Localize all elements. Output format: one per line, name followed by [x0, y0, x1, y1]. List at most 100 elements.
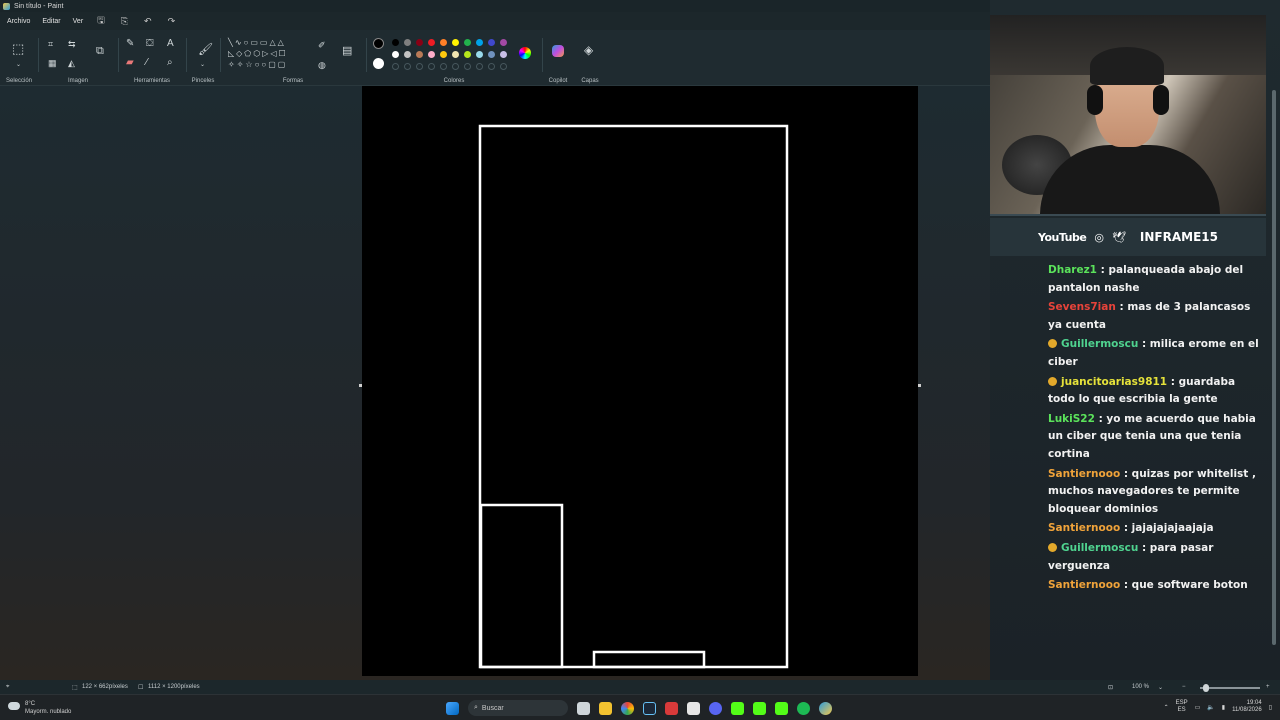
chevron-down-icon[interactable]: ⌄ [1158, 684, 1163, 691]
group-colores: Colores [368, 34, 540, 84]
taskbar-search[interactable]: ⌕ Buscar [468, 700, 568, 716]
color-swatch[interactable] [464, 39, 471, 46]
custom-color-slot[interactable] [464, 63, 471, 70]
save-icon[interactable]: 🖫 [91, 13, 111, 29]
battery-icon[interactable]: ▮ [1222, 704, 1225, 711]
custom-color-slot[interactable] [428, 63, 435, 70]
zoom-level[interactable]: 100 % [1132, 684, 1149, 690]
custom-color-slot[interactable] [392, 63, 399, 70]
color-swatch[interactable] [452, 39, 459, 46]
shapes-gallery[interactable]: ╲∿○▭▭△△ ◺◇⬠⬡▷◁☐ ✧✧☆○○▢▢ [228, 37, 306, 73]
windows-start-icon[interactable] [446, 701, 459, 715]
app-red-icon[interactable] [665, 701, 678, 715]
undo-icon[interactable]: ↶ [138, 16, 158, 27]
custom-color-slot[interactable] [476, 63, 483, 70]
zoom-out-icon[interactable]: − [1182, 684, 1186, 690]
custom-color-slot[interactable] [488, 63, 495, 70]
remove-background-icon[interactable]: ▦ [48, 58, 57, 68]
ribbon-divider [38, 38, 39, 72]
color-swatch[interactable] [488, 51, 495, 58]
shape-size-icon[interactable]: ▤ [342, 46, 352, 57]
fit-to-window-icon[interactable]: ⊡ [1108, 684, 1113, 691]
spotify-icon[interactable] [797, 701, 810, 715]
color-picker-icon[interactable]: ⁄ [146, 58, 148, 68]
custom-color-slot[interactable] [452, 63, 459, 70]
webcam-feed [990, 15, 1266, 216]
copilot-icon[interactable] [552, 45, 564, 57]
paint-taskbar-icon[interactable] [819, 701, 832, 715]
resize-icon[interactable]: ⇆ [68, 39, 76, 49]
snipping-tool-icon[interactable] [687, 701, 700, 715]
chevron-up-icon[interactable]: ⌃ [1164, 704, 1169, 711]
color-swatch[interactable] [392, 39, 399, 46]
network-icon[interactable]: ▭ [1195, 704, 1201, 711]
color-swatch[interactable] [488, 39, 495, 46]
chat-username: Santiernooo [1048, 467, 1121, 480]
custom-color-slot[interactable] [404, 63, 411, 70]
crop-icon[interactable]: ⌗ [48, 39, 53, 49]
badge-icon [1048, 542, 1057, 552]
color-swatch[interactable] [404, 39, 411, 46]
menu-archivo[interactable]: Archivo [3, 16, 34, 27]
chevron-down-icon[interactable]: ⌄ [16, 60, 21, 70]
rotate-icon[interactable]: ◭ [68, 58, 75, 68]
color-swatch[interactable] [476, 51, 483, 58]
fill-icon[interactable]: ◍ [318, 60, 326, 70]
scrollbar[interactable] [1272, 90, 1276, 645]
custom-color-slot[interactable] [440, 63, 447, 70]
brush-icon[interactable]: 🖌 [198, 43, 213, 55]
eraser-icon[interactable]: ▰ [126, 58, 134, 68]
text-icon[interactable]: A [167, 39, 174, 49]
kick-icon[interactable] [775, 701, 788, 715]
notifications-icon[interactable]: ▯ [1269, 704, 1272, 711]
color-swatch[interactable] [500, 51, 507, 58]
task-view-icon[interactable] [577, 701, 590, 715]
discord-icon[interactable] [709, 701, 722, 715]
ribbon: ⬚ ⌄ Selección ⌗ ⇆ ⧉ ▦ ◭ Imagen ✎ ⛋ A ▰ ⁄… [0, 30, 990, 86]
zoom-in-icon[interactable]: + [1266, 684, 1270, 690]
color-swatch[interactable] [464, 51, 471, 58]
layers-icon[interactable]: ◈ [584, 44, 593, 56]
edit-colors-icon[interactable] [519, 47, 531, 59]
drawing-canvas[interactable] [362, 86, 918, 676]
select-rectangle-icon[interactable]: ⬚ [12, 42, 24, 55]
menu-ver[interactable]: Ver [69, 16, 88, 27]
share-icon[interactable]: ⎘ [115, 16, 134, 27]
fill-bucket-icon[interactable]: ⛋ [146, 39, 154, 49]
outline-icon[interactable]: ✐ [318, 40, 326, 50]
color-swatch[interactable] [440, 39, 447, 46]
color-swatch[interactable] [452, 51, 459, 58]
redo-icon[interactable]: ↷ [162, 16, 182, 27]
color-swatch[interactable] [476, 39, 483, 46]
language-indicator[interactable]: ESP ES [1176, 700, 1188, 714]
color-swatch[interactable] [392, 51, 399, 58]
pencil-icon[interactable]: ✎ [126, 39, 134, 49]
color-swatch[interactable] [428, 51, 435, 58]
chrome-icon[interactable] [621, 701, 634, 715]
image-select-icon[interactable]: ⧉ [96, 46, 104, 57]
custom-color-slot[interactable] [500, 63, 507, 70]
secondary-color[interactable] [373, 58, 384, 69]
color-swatch[interactable] [416, 39, 423, 46]
color-swatch[interactable] [428, 39, 435, 46]
color-swatch[interactable] [440, 51, 447, 58]
custom-color-slot[interactable] [416, 63, 423, 70]
file-explorer-icon[interactable] [599, 701, 612, 715]
chat-message: Dharez1 : palanqueada abajo del pantalon… [1048, 262, 1260, 297]
kick-icon[interactable] [753, 701, 766, 715]
color-swatch[interactable] [500, 39, 507, 46]
canvas-resize-handle-right[interactable] [918, 384, 921, 387]
kick-icon[interactable] [731, 701, 744, 715]
zoom-slider-thumb[interactable] [1203, 684, 1209, 692]
color-swatch[interactable] [404, 51, 411, 58]
magnifier-icon[interactable]: ⌕ [167, 58, 173, 68]
menu-editar[interactable]: Editar [38, 16, 64, 27]
primary-color[interactable] [373, 38, 384, 49]
zoom-slider[interactable] [1200, 687, 1260, 689]
selection-size-icon: ⬚ [72, 685, 78, 691]
chevron-down-icon[interactable]: ⌄ [200, 60, 205, 70]
steam-icon[interactable] [643, 701, 656, 715]
color-swatch[interactable] [416, 51, 423, 58]
clock[interactable]: 19:04 11/08/2026 [1232, 700, 1262, 714]
volume-icon[interactable]: 🔈 [1207, 704, 1214, 711]
